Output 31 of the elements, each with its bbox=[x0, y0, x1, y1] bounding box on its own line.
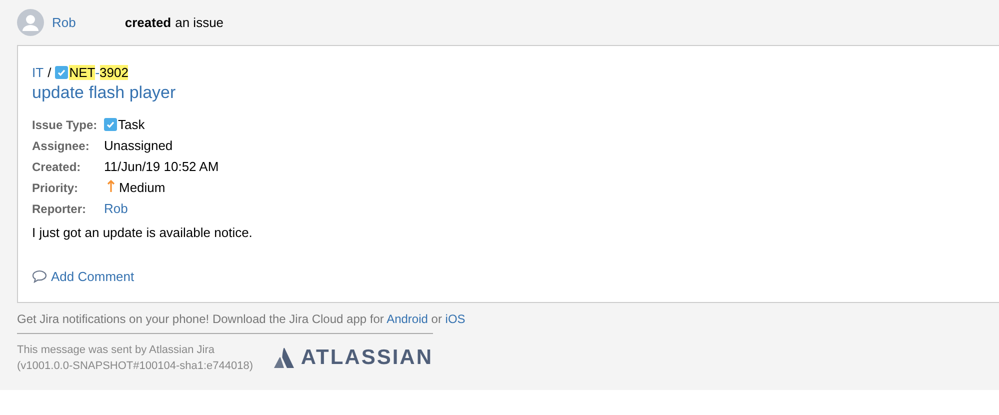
field-label: Created: bbox=[32, 158, 82, 176]
field-value: 11/Jun/19 10:52 AM bbox=[104, 159, 219, 174]
field-value: Task bbox=[118, 117, 145, 132]
atlassian-logo-icon bbox=[272, 347, 295, 369]
task-icon bbox=[55, 66, 68, 79]
avatar-icon bbox=[17, 9, 44, 36]
add-comment-link[interactable]: Add Comment bbox=[32, 269, 134, 284]
field-value: Medium bbox=[119, 180, 166, 195]
version-text: (v1001.0.0-SNAPSHOT#100104-sha1:e744018) bbox=[17, 360, 254, 372]
logo-text: ATLASSIAN bbox=[300, 346, 433, 370]
field-label: Reporter: bbox=[32, 200, 88, 218]
field-label: Priority: bbox=[32, 180, 80, 196]
action-text: created bbox=[124, 15, 172, 30]
sent-by-text: This message was sent by Atlassian Jira bbox=[17, 344, 216, 356]
breadcrumb-separator: / bbox=[48, 65, 52, 80]
user-link[interactable]: Rob bbox=[104, 201, 128, 216]
task-icon bbox=[104, 118, 117, 131]
issue-key-link[interactable]: NET-3902 bbox=[69, 65, 128, 80]
user-link[interactable]: Rob bbox=[52, 15, 76, 30]
issue-title-link[interactable]: update flash player bbox=[32, 83, 985, 103]
comment-icon bbox=[32, 270, 47, 283]
field-value: Unassigned bbox=[104, 138, 173, 153]
arrow-up-icon bbox=[107, 180, 115, 192]
field-label: Issue Type: bbox=[32, 116, 98, 134]
project-link[interactable]: IT bbox=[32, 65, 44, 80]
field-label: Assignee: bbox=[32, 138, 90, 154]
header-text: an issue bbox=[175, 15, 224, 30]
ios-link[interactable]: iOS bbox=[445, 312, 466, 326]
promo-text: Get Jira notifications on your phone! Download the Jira Cloud app for Android or iOS bbox=[17, 312, 466, 326]
description-text: I just got an update is available notice. bbox=[32, 225, 254, 240]
android-link[interactable]: Android bbox=[386, 312, 428, 326]
